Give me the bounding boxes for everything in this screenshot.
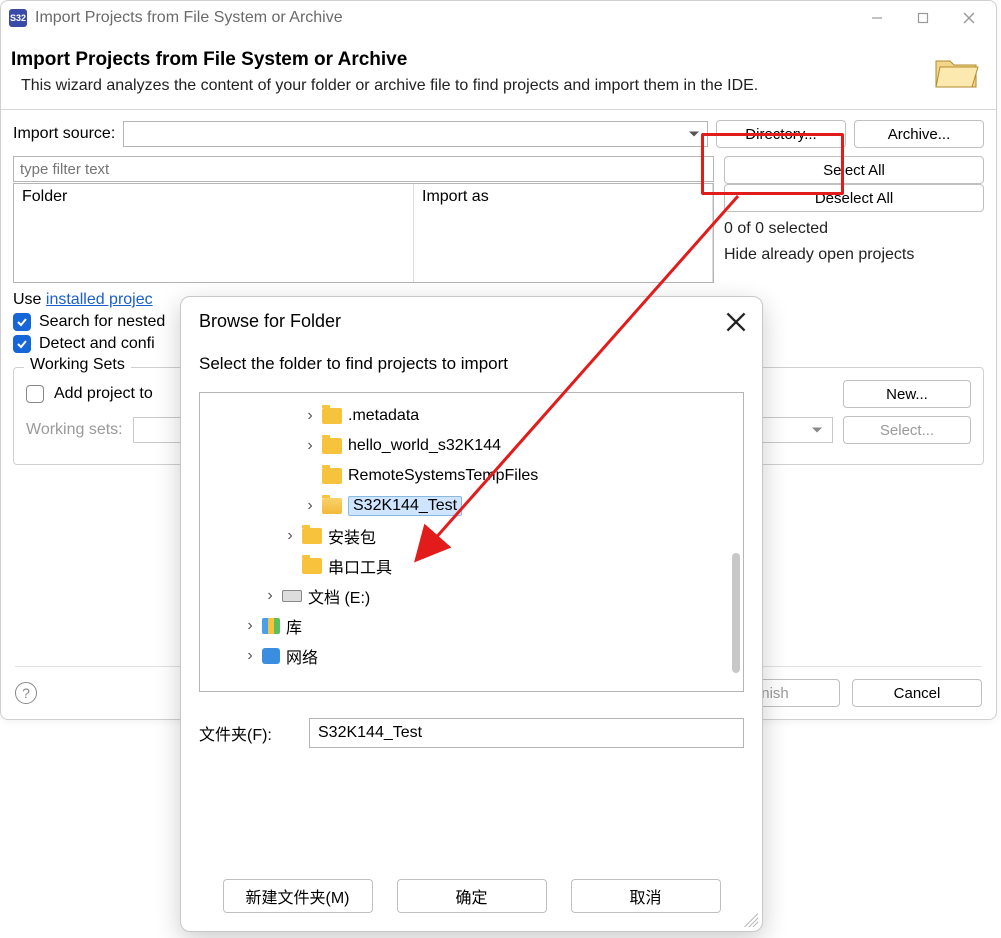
wizard-header: Import Projects from File System or Arch… bbox=[1, 35, 996, 110]
tree-item[interactable]: › 文档 (E:) bbox=[204, 581, 739, 611]
maximize-icon bbox=[917, 12, 929, 24]
titlebar: S32 Import Projects from File System or … bbox=[1, 1, 996, 35]
minimize-icon bbox=[871, 12, 883, 24]
folder-field[interactable]: S32K144_Test bbox=[309, 718, 744, 748]
check-icon bbox=[16, 338, 28, 350]
new-ws-button[interactable]: New... bbox=[843, 380, 971, 408]
chevron-right-icon[interactable]: › bbox=[304, 407, 316, 425]
hide-open-projects-label: Hide already open projects bbox=[724, 246, 984, 264]
folder-open-icon bbox=[322, 498, 342, 514]
import-source-label: Import source: bbox=[13, 125, 115, 143]
dialog-close-button[interactable] bbox=[726, 312, 746, 332]
tree-item-label: 文档 (E:) bbox=[308, 584, 370, 608]
help-icon[interactable]: ? bbox=[15, 682, 37, 704]
column-import-as: Import as bbox=[414, 184, 713, 282]
cancel-button[interactable]: Cancel bbox=[852, 679, 982, 707]
deselect-all-button[interactable]: Deselect All bbox=[724, 184, 984, 212]
tree-item-label: 库 bbox=[286, 614, 302, 638]
folder-tree[interactable]: › .metadata › hello_world_s32K144 RemoteSyst… bbox=[199, 392, 744, 692]
scrollbar-thumb[interactable] bbox=[732, 553, 740, 673]
minimize-button[interactable] bbox=[854, 3, 900, 33]
tree-item-label: 网络 bbox=[286, 644, 318, 668]
tree-item[interactable]: › 网络 bbox=[204, 641, 739, 671]
check-icon bbox=[16, 316, 28, 328]
directory-button[interactable]: Directory... bbox=[716, 120, 846, 148]
chevron-right-icon[interactable]: › bbox=[264, 587, 276, 605]
wizard-title: Import Projects from File System or Arch… bbox=[11, 49, 932, 71]
chevron-right-icon[interactable]: › bbox=[244, 647, 256, 665]
network-icon bbox=[262, 648, 280, 664]
archive-button[interactable]: Archive... bbox=[854, 120, 984, 148]
column-folder: Folder bbox=[14, 184, 414, 282]
tree-item-label: RemoteSystemsTempFiles bbox=[348, 467, 538, 485]
wizard-description: This wizard analyzes the content of your… bbox=[21, 77, 932, 95]
chevron-right-icon[interactable]: › bbox=[304, 497, 316, 515]
library-icon bbox=[262, 618, 280, 634]
tree-item-label: S32K144_Test bbox=[348, 496, 462, 516]
ok-button[interactable]: 确定 bbox=[397, 879, 547, 913]
tree-item[interactable]: › 安装包 bbox=[204, 521, 739, 551]
import-source-combo[interactable] bbox=[123, 121, 708, 147]
working-sets-legend: Working Sets bbox=[24, 356, 131, 374]
folder-icon bbox=[322, 468, 342, 484]
folder-field-label: 文件夹(F): bbox=[199, 721, 297, 745]
working-sets-label: Working sets: bbox=[26, 421, 123, 439]
folder-icon bbox=[302, 558, 322, 574]
close-button[interactable] bbox=[946, 3, 992, 33]
select-all-button[interactable]: Select All bbox=[724, 156, 984, 184]
tree-item-label: 串口工具 bbox=[328, 554, 392, 578]
dialog-title: Browse for Folder bbox=[199, 311, 726, 332]
browse-folder-dialog: Browse for Folder Select the folder to f… bbox=[180, 296, 763, 932]
tree-item[interactable]: › hello_world_s32K144 bbox=[204, 431, 739, 461]
installed-projects-link[interactable]: installed projec bbox=[46, 291, 153, 308]
folder-icon bbox=[322, 438, 342, 454]
maximize-button[interactable] bbox=[900, 3, 946, 33]
add-to-ws-label: Add project to bbox=[54, 385, 153, 403]
dialog-subtitle: Select the folder to find projects to im… bbox=[181, 338, 762, 388]
folder-open-icon bbox=[932, 51, 980, 91]
tree-item[interactable]: 串口工具 bbox=[204, 551, 739, 581]
search-nested-label: Search for nested bbox=[39, 313, 165, 331]
window-title: Import Projects from File System or Arch… bbox=[35, 9, 854, 27]
chevron-right-icon[interactable]: › bbox=[244, 617, 256, 635]
chevron-right-icon[interactable]: › bbox=[304, 437, 316, 455]
folder-icon bbox=[302, 528, 322, 544]
search-nested-checkbox[interactable] bbox=[13, 313, 31, 331]
tree-item[interactable]: ›库 bbox=[204, 611, 739, 641]
detect-configure-checkbox[interactable] bbox=[13, 335, 31, 353]
chevron-right-icon[interactable]: › bbox=[284, 527, 296, 545]
tree-item[interactable]: › .metadata bbox=[204, 401, 739, 431]
tree-item-label: 安装包 bbox=[328, 524, 376, 548]
resize-grip[interactable] bbox=[744, 913, 758, 927]
filter-input[interactable] bbox=[13, 156, 714, 182]
drive-icon bbox=[282, 590, 302, 602]
selected-count: 0 of 0 selected bbox=[724, 220, 984, 238]
new-folder-button[interactable]: 新建文件夹(M) bbox=[223, 879, 373, 913]
projects-table[interactable]: Folder Import as bbox=[13, 183, 714, 283]
dialog-cancel-button[interactable]: 取消 bbox=[571, 879, 721, 913]
add-to-ws-checkbox[interactable] bbox=[26, 385, 44, 403]
detect-configure-label: Detect and confi bbox=[39, 335, 155, 353]
select-ws-button: Select... bbox=[843, 416, 971, 444]
close-icon bbox=[726, 312, 746, 332]
tree-item-label: hello_world_s32K144 bbox=[348, 437, 501, 455]
app-icon: S32 bbox=[9, 9, 27, 27]
close-icon bbox=[963, 12, 975, 24]
tree-item[interactable]: RemoteSystemsTempFiles bbox=[204, 461, 739, 491]
tree-item-label: .metadata bbox=[348, 407, 419, 425]
folder-icon bbox=[322, 408, 342, 424]
tree-item[interactable]: › S32K144_Test bbox=[204, 491, 739, 521]
